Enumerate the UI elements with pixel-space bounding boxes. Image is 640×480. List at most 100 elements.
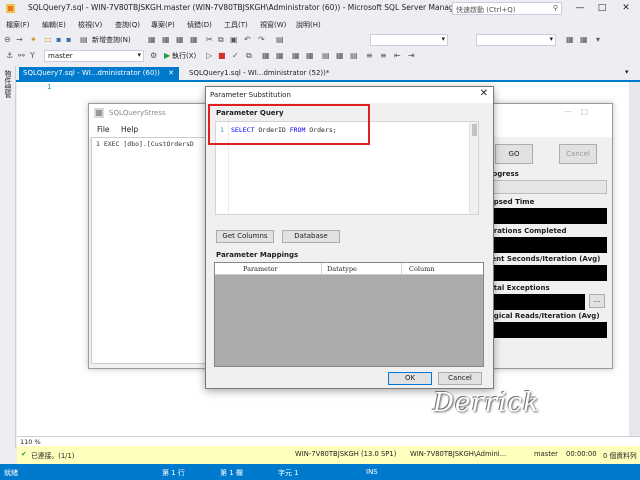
quick-launch-input[interactable]: 快速啟動 (Ctrl+Q) ⚲ (452, 2, 562, 15)
undo-icon[interactable]: ↶ (244, 34, 251, 46)
change-connection-icon[interactable]: ⚙ (150, 50, 157, 62)
indent-icon[interactable]: ⇥ (408, 50, 415, 62)
query-designer-icon[interactable]: ▦ (262, 50, 270, 62)
comment-icon[interactable]: ≡ (366, 50, 373, 62)
tab-sqlquery7[interactable]: SQLQuery7.sql - WI...dministrator (60)) … (19, 67, 179, 80)
iterations-completed-label: erations Completed (489, 227, 567, 235)
client-seconds-value (489, 265, 607, 281)
tab-dropdown-icon[interactable]: ▾ (625, 68, 629, 76)
back-icon[interactable]: ⊖ (4, 34, 11, 46)
menu-tools[interactable]: 工具(T) (224, 20, 248, 30)
results-text-icon[interactable]: ▤ (322, 50, 330, 62)
code-scrollbar-thumb[interactable] (472, 124, 477, 136)
menu-query[interactable]: 查詢(Q) (115, 20, 140, 30)
title-bar: SQLQuery7.sql - WIN-7V80TBJSKGH.master (… (0, 0, 640, 18)
open-icon[interactable]: ▭ (44, 34, 52, 46)
sqs-menu-help[interactable]: Help (121, 125, 138, 134)
connect-icon[interactable]: ⚓ (6, 50, 13, 62)
grid-column-column[interactable]: Column (409, 265, 435, 273)
zoom-bar: 110 % (17, 436, 640, 446)
solution-explorer-icon[interactable]: ▤ (276, 34, 284, 46)
grid-column-parameter[interactable]: Parameter (243, 265, 278, 273)
close-button[interactable]: ✕ (616, 1, 636, 15)
include-plan-icon[interactable]: ▦ (292, 50, 300, 62)
outdent-icon[interactable]: ⇤ (394, 50, 401, 62)
new-query-button[interactable]: 新增查詢(N) (92, 35, 131, 45)
code-scrollbar[interactable] (469, 122, 478, 214)
mdx-icon[interactable]: ▦ (148, 34, 156, 46)
filter-icon[interactable]: Y (30, 50, 35, 62)
sqs-query-editor[interactable]: 1 EXEC [dbo].[CustOrdersD (91, 137, 206, 364)
solution-config-combo[interactable]: ▾ (370, 34, 448, 46)
intellisense-icon[interactable]: ▦ (276, 50, 284, 62)
connection-status: 已連接。(1/1) (31, 452, 75, 460)
sqs-maximize-button[interactable]: □ (580, 107, 588, 116)
close-tab-icon[interactable]: ✕ (168, 69, 174, 77)
status-ready: 就緒 (4, 469, 18, 477)
parameter-mappings-grid[interactable]: Parameter Datatype Column (214, 262, 484, 367)
xmla-icon[interactable]: ▦ (176, 34, 184, 46)
customize-icon[interactable]: ▾ (596, 34, 600, 46)
total-exceptions-value (489, 294, 585, 310)
get-columns-button[interactable]: Get Columns (216, 230, 274, 243)
menu-view[interactable]: 檢視(V) (78, 20, 102, 30)
database-select[interactable]: master ▾ (44, 50, 144, 62)
dax-icon[interactable]: ▦ (190, 34, 198, 46)
new-query-icon[interactable]: ▤ (80, 34, 88, 46)
forward-icon[interactable]: → (16, 34, 23, 46)
menu-edit[interactable]: 編輯(E) (42, 20, 66, 30)
menu-debug[interactable]: 偵錯(D) (187, 20, 212, 30)
toolbox-icon[interactable]: ▦ (580, 34, 588, 46)
watermark-text: Derrick (433, 388, 540, 418)
menu-file[interactable]: 檔案(F) (6, 20, 30, 30)
properties-icon[interactable]: ▦ (566, 34, 574, 46)
zoom-level[interactable]: 110 % (20, 438, 41, 446)
dialog-close-button[interactable]: ✕ (480, 88, 488, 99)
sqs-cancel-button[interactable]: Cancel (559, 144, 597, 164)
disconnect-icon[interactable]: ⚯ (18, 50, 25, 62)
menu-project[interactable]: 專案(P) (151, 20, 175, 30)
sqs-minimize-button[interactable]: — (564, 107, 572, 116)
dmx-icon[interactable]: ▦ (162, 34, 170, 46)
menu-bar: 檔案(F) 編輯(E) 檢視(V) 查詢(Q) 專案(P) 偵錯(D) 工具(T… (0, 18, 640, 32)
execute-button[interactable]: 執行(X) (172, 51, 196, 61)
maximize-button[interactable]: □ (592, 1, 612, 15)
execute-icon[interactable]: ▶ (164, 50, 170, 62)
results-file-icon[interactable]: ▤ (350, 50, 358, 62)
logical-reads-value (489, 322, 607, 338)
display-plan-icon[interactable]: ⧉ (246, 50, 252, 62)
tab-sqlquery1[interactable]: SQLQuery1.sql - WI...dministrator (52))* (185, 67, 345, 80)
search-combo[interactable]: ▾ (476, 34, 556, 46)
editor-vertical-scrollbar[interactable] (629, 82, 640, 436)
menu-help[interactable]: 說明(H) (296, 20, 321, 30)
object-explorer-sidebar[interactable]: 物件總管 (0, 66, 16, 448)
elapsed-time-label: apsed Time (489, 198, 535, 206)
minimize-button[interactable]: — (570, 1, 590, 15)
save-all-icon[interactable]: ▪ (66, 34, 71, 46)
status-line: 第 1 行 (162, 469, 185, 477)
client-stats-icon[interactable]: ▦ (306, 50, 314, 62)
sqlquerystress-title: SQLQueryStress (109, 109, 166, 117)
paste-icon[interactable]: ▣ (230, 34, 238, 46)
database-button[interactable]: Database (282, 230, 340, 243)
menu-window[interactable]: 視窗(W) (260, 20, 286, 30)
cancel-query-icon[interactable]: ■ (218, 50, 226, 62)
save-icon[interactable]: ▪ (56, 34, 61, 46)
elapsed-time-value (489, 208, 607, 224)
parse-icon[interactable]: ✓ (232, 50, 239, 62)
uncomment-icon[interactable]: ≡ (380, 50, 387, 62)
cut-icon[interactable]: ✂ (206, 34, 213, 46)
go-button[interactable]: GO (495, 144, 533, 164)
quick-launch-placeholder: 快速啟動 (Ctrl+Q) (456, 6, 516, 14)
redo-icon[interactable]: ↷ (258, 34, 265, 46)
ok-button[interactable]: OK (388, 372, 432, 385)
dialog-cancel-button[interactable]: Cancel (438, 372, 482, 385)
new-project-icon[interactable]: ✦ (30, 34, 37, 46)
grid-column-datatype[interactable]: Datatype (327, 265, 357, 273)
object-explorer-label: 物件總管 (4, 70, 12, 98)
debug-icon[interactable]: ▷ (206, 50, 212, 62)
sqs-menu-file[interactable]: File (97, 125, 110, 134)
exceptions-details-button[interactable]: ... (589, 294, 605, 308)
copy-icon[interactable]: ⧉ (218, 34, 224, 46)
results-grid-icon[interactable]: ▦ (336, 50, 344, 62)
